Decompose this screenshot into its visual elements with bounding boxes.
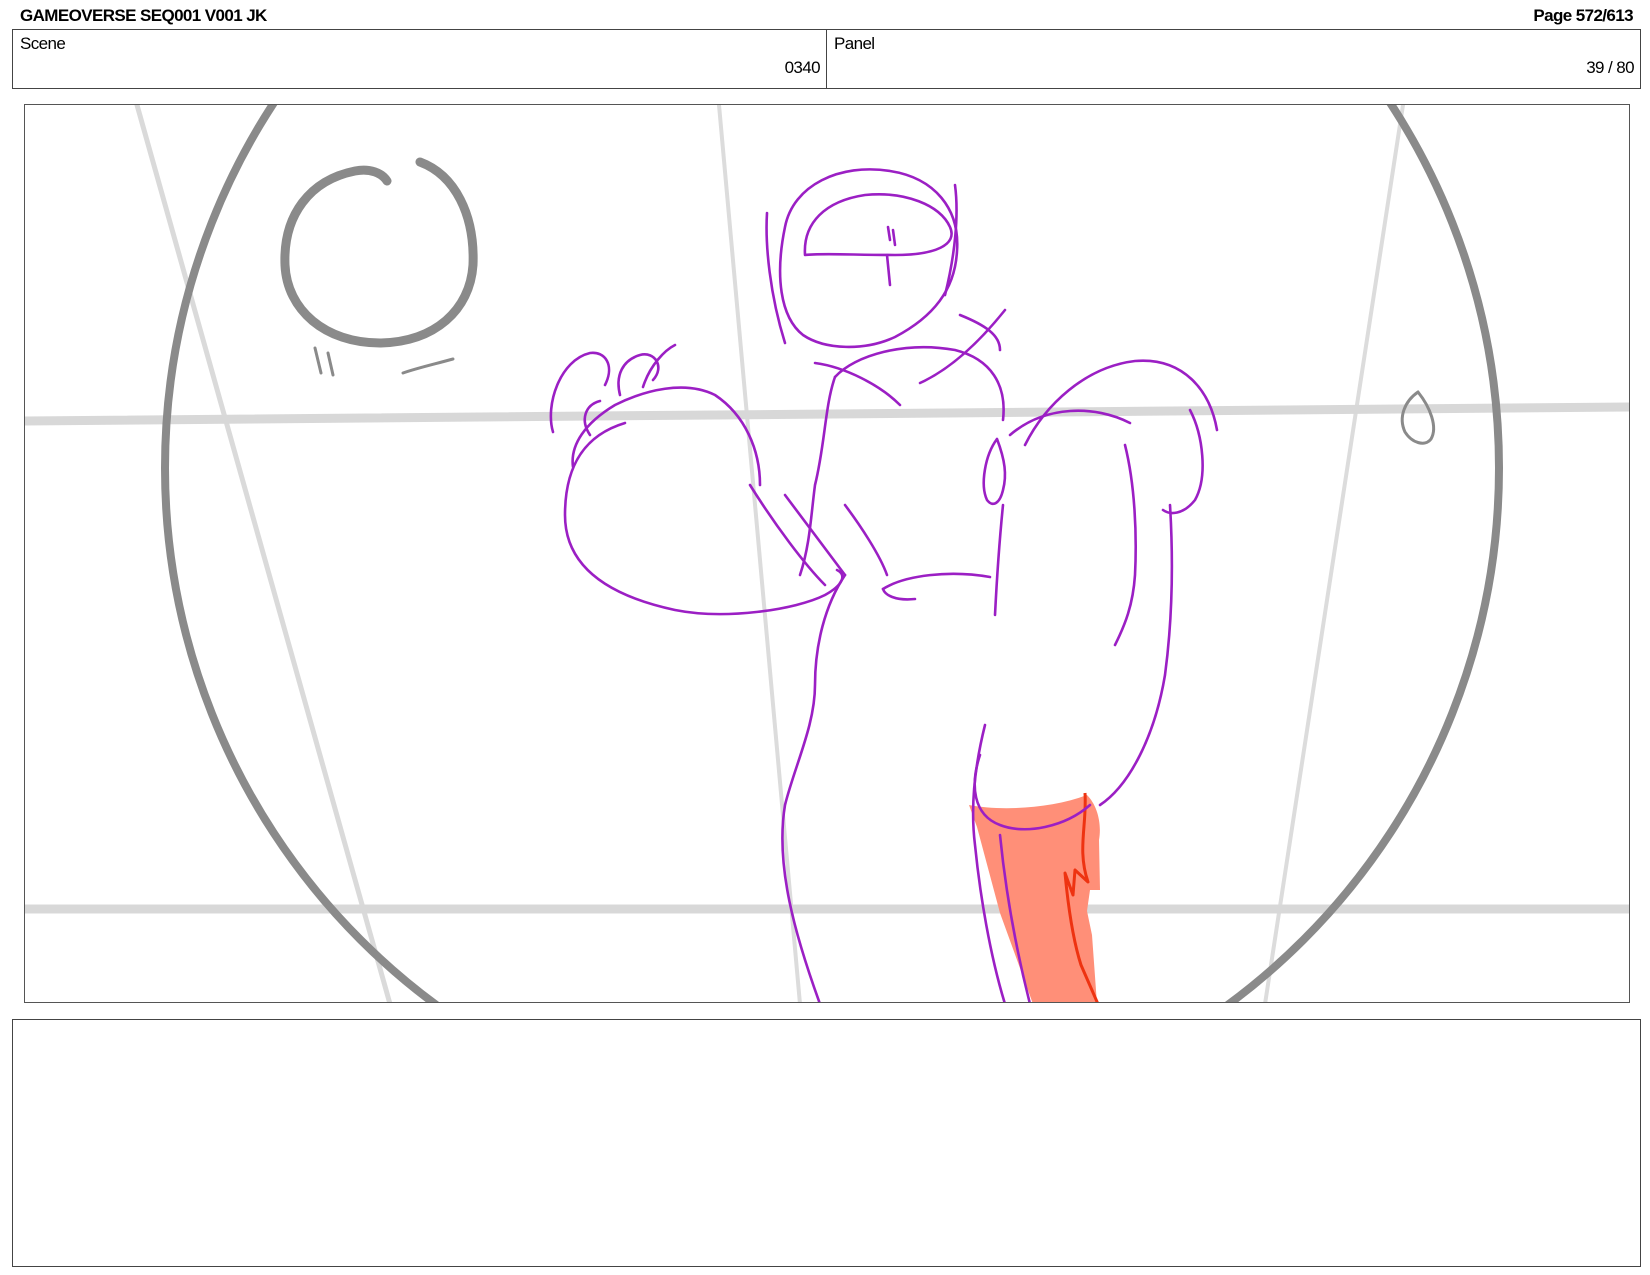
waist-hand	[982, 437, 1007, 506]
head-outline	[778, 168, 959, 349]
body-right-side	[993, 503, 1005, 617]
neck-line-b	[958, 313, 1002, 352]
large-circle-outline	[161, 105, 1503, 1002]
ball-motion-mark	[313, 346, 455, 377]
panel-notes-area	[12, 1019, 1641, 1267]
guide-line-center-diagonal	[717, 105, 802, 1002]
storyboard-sketch	[25, 105, 1629, 1002]
arm-right-inner	[1113, 443, 1137, 647]
shoulder-right-curve	[1161, 408, 1204, 515]
salmon-fill	[969, 795, 1100, 1002]
chest-curve	[798, 375, 837, 577]
upper-back	[1023, 359, 1219, 447]
panel-value: 39 / 80	[1586, 58, 1634, 77]
layout-guides	[25, 105, 1629, 1002]
panel-cell: Panel 39 / 80	[827, 30, 1640, 88]
scene-value: 0340	[784, 58, 821, 77]
belly-curve	[843, 503, 889, 577]
head-inner-curve	[803, 193, 953, 257]
leg-left-outer	[781, 573, 847, 1002]
leg-color-fill	[969, 792, 1100, 1002]
jaw-line	[813, 361, 902, 407]
scene-label: Scene	[20, 34, 66, 53]
storyboard-panel-frame	[24, 104, 1630, 1003]
scene-cell: Scene 0340	[13, 30, 827, 88]
character-sketch	[549, 168, 1219, 1002]
scene-panel-info: Scene 0340 Panel 39 / 80	[12, 29, 1641, 89]
small-oval-right	[1400, 390, 1436, 445]
head-back-line	[765, 183, 958, 345]
document-title: GAMEOVERSE SEQ001 V001 JK	[20, 6, 267, 25]
forearm-left	[571, 386, 762, 487]
ball-outline	[280, 157, 478, 348]
hip-line-left	[881, 587, 917, 601]
page-number: Page 572/613	[1533, 6, 1633, 25]
guide-line-right-diagonal	[1263, 105, 1405, 1002]
waist-band	[881, 572, 992, 591]
guide-line-left-diagonal	[134, 105, 393, 1002]
panel-label: Panel	[834, 34, 875, 53]
fist-left	[563, 421, 844, 616]
arm-left-thin	[783, 493, 847, 577]
